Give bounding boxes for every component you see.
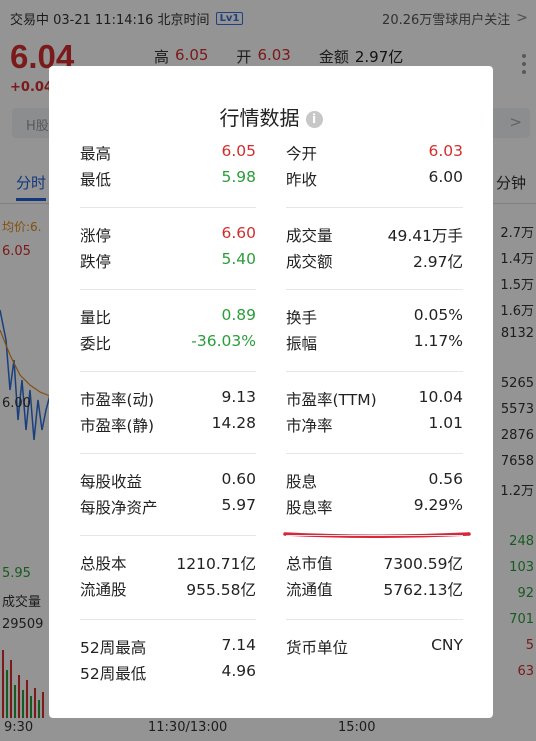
stat-value: 6.00	[428, 168, 463, 186]
stat-value: 9.29%	[413, 496, 463, 514]
stat-row: 市盈率(TTM) 10.04	[286, 388, 463, 412]
section-divider	[80, 453, 256, 454]
stat-row: 市盈率(动) 9.13	[80, 388, 256, 412]
stat-value: 1210.71亿	[176, 555, 256, 573]
stat-label: 52周最高	[80, 639, 147, 657]
stat-value: 5762.13亿	[383, 581, 463, 599]
stat-label: 流通值	[286, 581, 333, 599]
stat-row: 货币单位 CNY	[286, 636, 463, 660]
stat-label: 货币单位	[286, 639, 349, 657]
stat-value: 6.05	[221, 142, 256, 160]
section-divider	[286, 619, 463, 620]
dialog-title-wrap: 行情数据 i	[49, 102, 493, 131]
stat-row: 成交额 2.97亿	[286, 250, 463, 274]
stat-row: 市盈率(静) 14.28	[80, 414, 256, 438]
stat-label: 总股本	[80, 555, 127, 573]
stat-value: 6.03	[428, 142, 463, 160]
dialog-title: 行情数据	[219, 106, 300, 130]
section-divider	[286, 535, 463, 536]
stat-value: 7.14	[221, 636, 256, 654]
stat-label: 最低	[80, 171, 112, 189]
stat-label: 量比	[80, 309, 112, 327]
stat-label: 股息率	[286, 499, 333, 517]
stat-value: 1.01	[428, 414, 463, 432]
stat-label: 每股净资产	[80, 499, 158, 517]
stat-value: 5.97	[221, 496, 256, 514]
stat-row: 流通值 5762.13亿	[286, 578, 463, 602]
stat-label: 流通股	[80, 581, 127, 599]
stat-value: 5.40	[221, 250, 256, 268]
market-data-dialog: 行情数据 i 最高 6.05 最低 5.98 今开 6.03 昨收 6.00 涨停 6.60 跌停 5.…	[49, 66, 493, 718]
stat-value: 9.13	[221, 388, 256, 406]
stat-row: 每股净资产 5.97	[80, 496, 256, 520]
stat-row: 跌停 5.40	[80, 250, 256, 274]
stat-label: 跌停	[80, 253, 112, 271]
stat-value: 5.98	[221, 168, 256, 186]
stat-label: 总市值	[286, 555, 333, 573]
section-divider	[286, 453, 463, 454]
stat-value: 7300.59亿	[383, 555, 463, 573]
stat-label: 成交量	[286, 227, 333, 245]
stat-label: 市净率	[286, 417, 333, 435]
stat-row: 成交量 49.41万手	[286, 224, 463, 248]
stat-label: 市盈率(动)	[80, 391, 155, 409]
info-icon[interactable]: i	[305, 111, 323, 128]
stat-label: 市盈率(TTM)	[286, 391, 377, 409]
stat-value: 0.89	[221, 306, 256, 324]
stat-label: 成交额	[286, 253, 333, 271]
stat-value: 6.60	[221, 224, 256, 242]
stat-label: 换手	[286, 309, 318, 327]
section-divider	[80, 535, 256, 536]
section-divider	[80, 207, 256, 208]
stat-label: 股息	[286, 473, 318, 491]
stat-row: 昨收 6.00	[286, 168, 463, 192]
stat-value: 4.96	[221, 662, 256, 680]
stat-label: 委比	[80, 335, 112, 353]
section-divider	[286, 371, 463, 372]
stat-label: 52周最低	[80, 665, 147, 683]
section-divider	[286, 289, 463, 290]
stat-row: 股息率 9.29%	[286, 496, 463, 520]
stat-value: 0.60	[221, 470, 256, 488]
stat-value: 955.58亿	[186, 581, 256, 599]
stat-label: 市盈率(静)	[80, 417, 155, 435]
stat-row: 委比 -36.03%	[80, 332, 256, 356]
stat-row: 股息 0.56	[286, 470, 463, 494]
stat-label: 今开	[286, 145, 318, 163]
stat-row: 市净率 1.01	[286, 414, 463, 438]
section-divider	[286, 207, 463, 208]
stat-row: 量比 0.89	[80, 306, 256, 330]
stat-label: 每股收益	[80, 473, 143, 491]
stat-value: CNY	[431, 636, 463, 654]
stat-value: 1.17%	[413, 332, 463, 350]
stat-value: 14.28	[211, 414, 256, 432]
section-divider	[80, 289, 256, 290]
stat-row: 最低 5.98	[80, 168, 256, 192]
stat-value: 0.56	[428, 470, 463, 488]
stat-row: 振幅 1.17%	[286, 332, 463, 356]
stat-label: 涨停	[80, 227, 112, 245]
stat-row: 总市值 7300.59亿	[286, 552, 463, 576]
stat-row: 涨停 6.60	[80, 224, 256, 248]
stat-row: 流通股 955.58亿	[80, 578, 256, 602]
stat-value: 10.04	[418, 388, 463, 406]
stat-value: 49.41万手	[387, 227, 463, 245]
stat-label: 昨收	[286, 171, 318, 189]
section-divider	[80, 371, 256, 372]
stat-row: 换手 0.05%	[286, 306, 463, 330]
stat-row: 总股本 1210.71亿	[80, 552, 256, 576]
stat-row: 最高 6.05	[80, 142, 256, 166]
stat-row: 52周最高 7.14	[80, 636, 256, 660]
section-divider	[80, 619, 256, 620]
stat-value: -36.03%	[191, 332, 256, 350]
stat-value: 0.05%	[413, 306, 463, 324]
stat-row: 今开 6.03	[286, 142, 463, 166]
stat-value: 2.97亿	[412, 253, 463, 271]
stat-row: 每股收益 0.60	[80, 470, 256, 494]
stat-label: 最高	[80, 145, 112, 163]
stat-row: 52周最低 4.96	[80, 662, 256, 686]
stat-label: 振幅	[286, 335, 318, 353]
